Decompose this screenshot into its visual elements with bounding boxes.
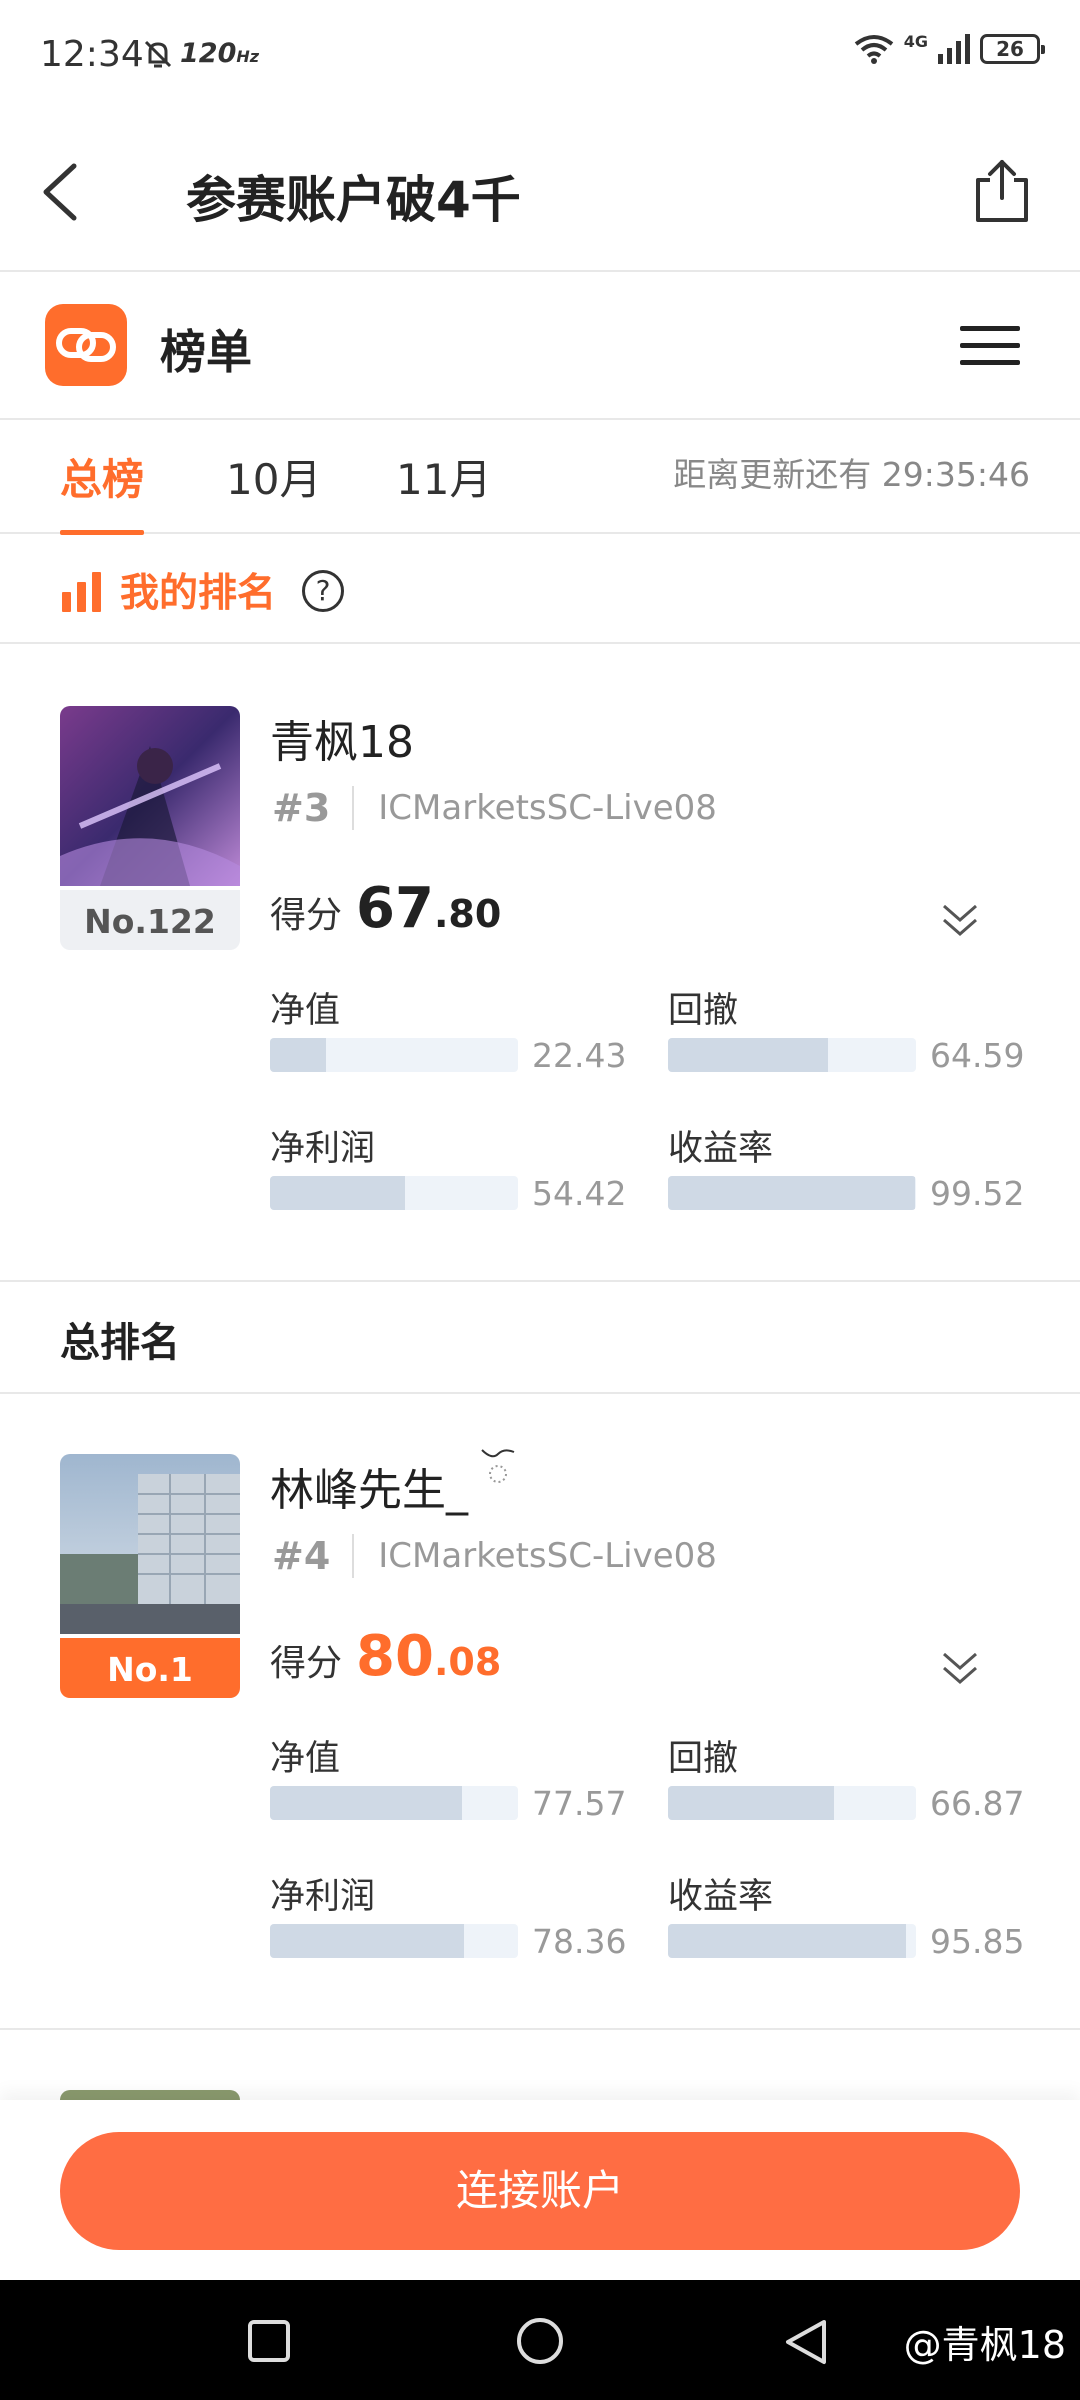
battery-icon: 26	[980, 34, 1045, 64]
refresh-rate: 120Hz	[180, 38, 260, 69]
metric-bar	[270, 1038, 518, 1072]
signal-icon	[938, 34, 970, 64]
top-nav-bar: 参赛账户破4千	[0, 110, 1080, 272]
account-number: #4	[272, 1534, 355, 1578]
wifi-icon	[854, 35, 893, 64]
metric-label: 收益率	[668, 1877, 774, 1917]
metric-value: 77.57	[532, 1784, 627, 1823]
avatar: No.1	[60, 1454, 240, 1698]
my-rank-card[interactable]: No.122 青枫18 #3 ICMarketsSC-Live08 得分 67 …	[0, 706, 1080, 1276]
rank-badge: No.122	[60, 890, 240, 950]
metric-label: 回撤	[668, 1739, 739, 1779]
period-tabs: 总榜 10月 11月 距离更新还有 29:35:46	[0, 422, 1080, 535]
user-name: 林峰先生_	[270, 1465, 468, 1516]
back-triangle-icon[interactable]	[782, 2318, 828, 2368]
metric-net-profit: 净利润 54.42	[270, 1120, 630, 1213]
watermark: @青枫18	[903, 2323, 1066, 2367]
score: 得分 80 .08	[270, 1624, 501, 1689]
app-logo	[45, 304, 127, 386]
metric-net-value: 净值 22.43	[270, 982, 630, 1075]
metric-label: 净值	[270, 1739, 341, 1779]
expand-chevron-icon[interactable]	[940, 1650, 980, 1686]
my-rank-header: 我的排名 ?	[0, 536, 1080, 644]
home-circle-icon[interactable]	[515, 2318, 565, 2368]
network-type: 4G	[903, 31, 928, 51]
metric-label: 净值	[270, 991, 341, 1031]
score-label: 得分	[270, 895, 343, 936]
mute-bell-icon	[144, 40, 172, 68]
metric-bar	[668, 1786, 916, 1820]
metric-return-rate: 收益率 95.85	[668, 1868, 1028, 1961]
metric-bar	[668, 1038, 916, 1072]
overall-ranking-title: 总排名	[60, 1320, 180, 1366]
score-label: 得分	[270, 1643, 343, 1684]
tab-november[interactable]: 11月	[396, 446, 491, 527]
user-name: 青枫18	[270, 717, 414, 768]
share-icon[interactable]	[974, 158, 1030, 224]
tab-october[interactable]: 10月	[226, 446, 321, 527]
metric-value: 99.52	[930, 1174, 1025, 1213]
rank-badge: No.1	[60, 1638, 240, 1698]
tab-overall[interactable]: 总榜	[60, 446, 145, 535]
metric-value: 64.59	[930, 1036, 1025, 1075]
account-info: #3 ICMarketsSC-Live08	[272, 786, 717, 830]
score: 得分 67 .80	[270, 876, 501, 941]
avatar-image	[60, 1454, 240, 1634]
recents-square-icon[interactable]	[246, 2318, 292, 2364]
metric-value: 54.42	[532, 1174, 627, 1213]
bar-chart-icon	[62, 572, 101, 612]
score-integer: 67	[356, 876, 434, 941]
metric-value: 22.43	[532, 1036, 627, 1075]
status-time: 12:34	[40, 34, 144, 75]
metric-drawdown: 回撤 64.59	[668, 982, 1028, 1075]
status-bar: 12:34 120Hz 4G 26	[0, 0, 1080, 110]
score-decimal: .80	[433, 892, 502, 936]
link-logo-icon	[56, 328, 116, 362]
avatar: No.122	[60, 706, 240, 950]
metric-net-value: 净值 77.57	[270, 1730, 630, 1823]
metric-net-profit: 净利润 78.36	[270, 1868, 630, 1961]
metric-drawdown: 回撤 66.87	[668, 1730, 1028, 1823]
metric-bar	[270, 1924, 518, 1958]
account-server: ICMarketsSC-Live08	[378, 1536, 717, 1576]
expand-chevron-icon[interactable]	[940, 902, 980, 938]
account-number: #3	[272, 786, 355, 830]
account-server: ICMarketsSC-Live08	[378, 788, 717, 828]
update-countdown: 距离更新还有 29:35:46	[673, 455, 1030, 494]
divider	[0, 2028, 1080, 2030]
metric-bar	[270, 1176, 518, 1210]
account-info: #4 ICMarketsSC-Live08	[272, 1534, 717, 1578]
avatar-image	[60, 706, 240, 886]
bottom-action-bar: 连接账户	[0, 2100, 1080, 2280]
metric-bar	[668, 1176, 916, 1210]
metric-value: 95.85	[930, 1922, 1025, 1961]
system-navigation-bar: @青枫18	[0, 2280, 1080, 2400]
metric-label: 净利润	[270, 1877, 376, 1917]
metric-label: 收益率	[668, 1129, 774, 1169]
my-rank-label: 我的排名	[120, 571, 277, 616]
ranking-card[interactable]: No.1 林峰先生_ #4 ICMarketsSC-Live08 得分 80 .…	[0, 1449, 1080, 2024]
score-integer: 80	[356, 1624, 434, 1689]
page-title: 参赛账户破4千	[186, 171, 521, 229]
help-icon[interactable]: ?	[302, 570, 344, 612]
metric-bar	[668, 1924, 916, 1958]
metric-label: 回撤	[668, 991, 739, 1031]
leaderboard-header: 榜单	[0, 274, 1080, 420]
metric-value: 78.36	[532, 1922, 627, 1961]
divider	[0, 1392, 1080, 1394]
metric-return-rate: 收益率 99.52	[668, 1120, 1028, 1213]
divider	[0, 1280, 1080, 1282]
decoration-icon	[481, 1449, 515, 1483]
connect-account-button[interactable]: 连接账户	[60, 2132, 1020, 2250]
menu-icon[interactable]	[960, 326, 1020, 366]
score-decimal: .08	[433, 1640, 502, 1684]
metric-label: 净利润	[270, 1129, 376, 1169]
metric-bar	[270, 1786, 518, 1820]
metric-value: 66.87	[930, 1784, 1025, 1823]
back-arrow-icon[interactable]	[38, 160, 82, 224]
section-header-title: 榜单	[160, 325, 252, 379]
